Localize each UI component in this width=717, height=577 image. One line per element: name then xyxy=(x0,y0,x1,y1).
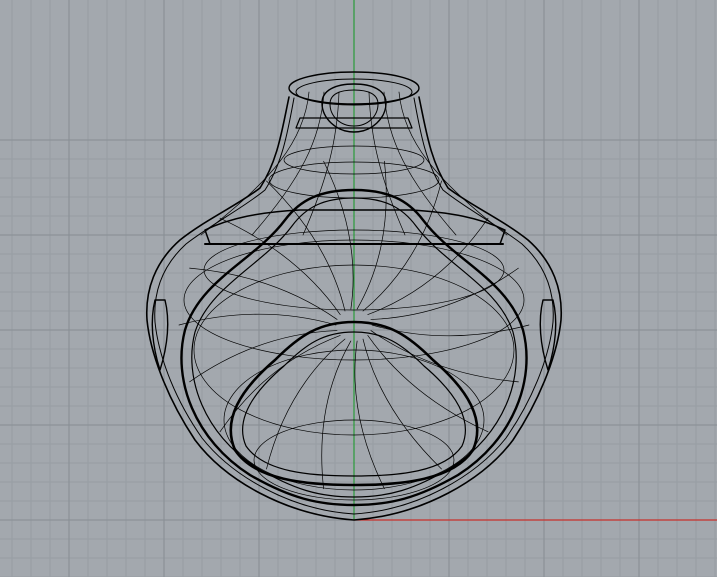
shoulder-plane xyxy=(204,209,506,245)
neck-isocurve xyxy=(200,91,310,236)
grid-major-lines xyxy=(0,0,717,577)
meridian-isocurve xyxy=(354,340,385,490)
meridian-isocurve xyxy=(370,267,519,320)
neck-isocurve xyxy=(398,91,508,236)
meridian-isocurve xyxy=(189,267,338,320)
meridian-isocurve xyxy=(321,340,352,490)
meridian-isocurve xyxy=(367,335,489,433)
viewport-canvas[interactable] xyxy=(0,0,717,577)
meridian-isocurve xyxy=(189,330,338,383)
rhino-viewport[interactable] xyxy=(0,0,717,577)
meridian-isocurve xyxy=(370,330,519,383)
meridian-isocurve xyxy=(219,335,341,433)
grid-minor-lines xyxy=(0,0,717,577)
